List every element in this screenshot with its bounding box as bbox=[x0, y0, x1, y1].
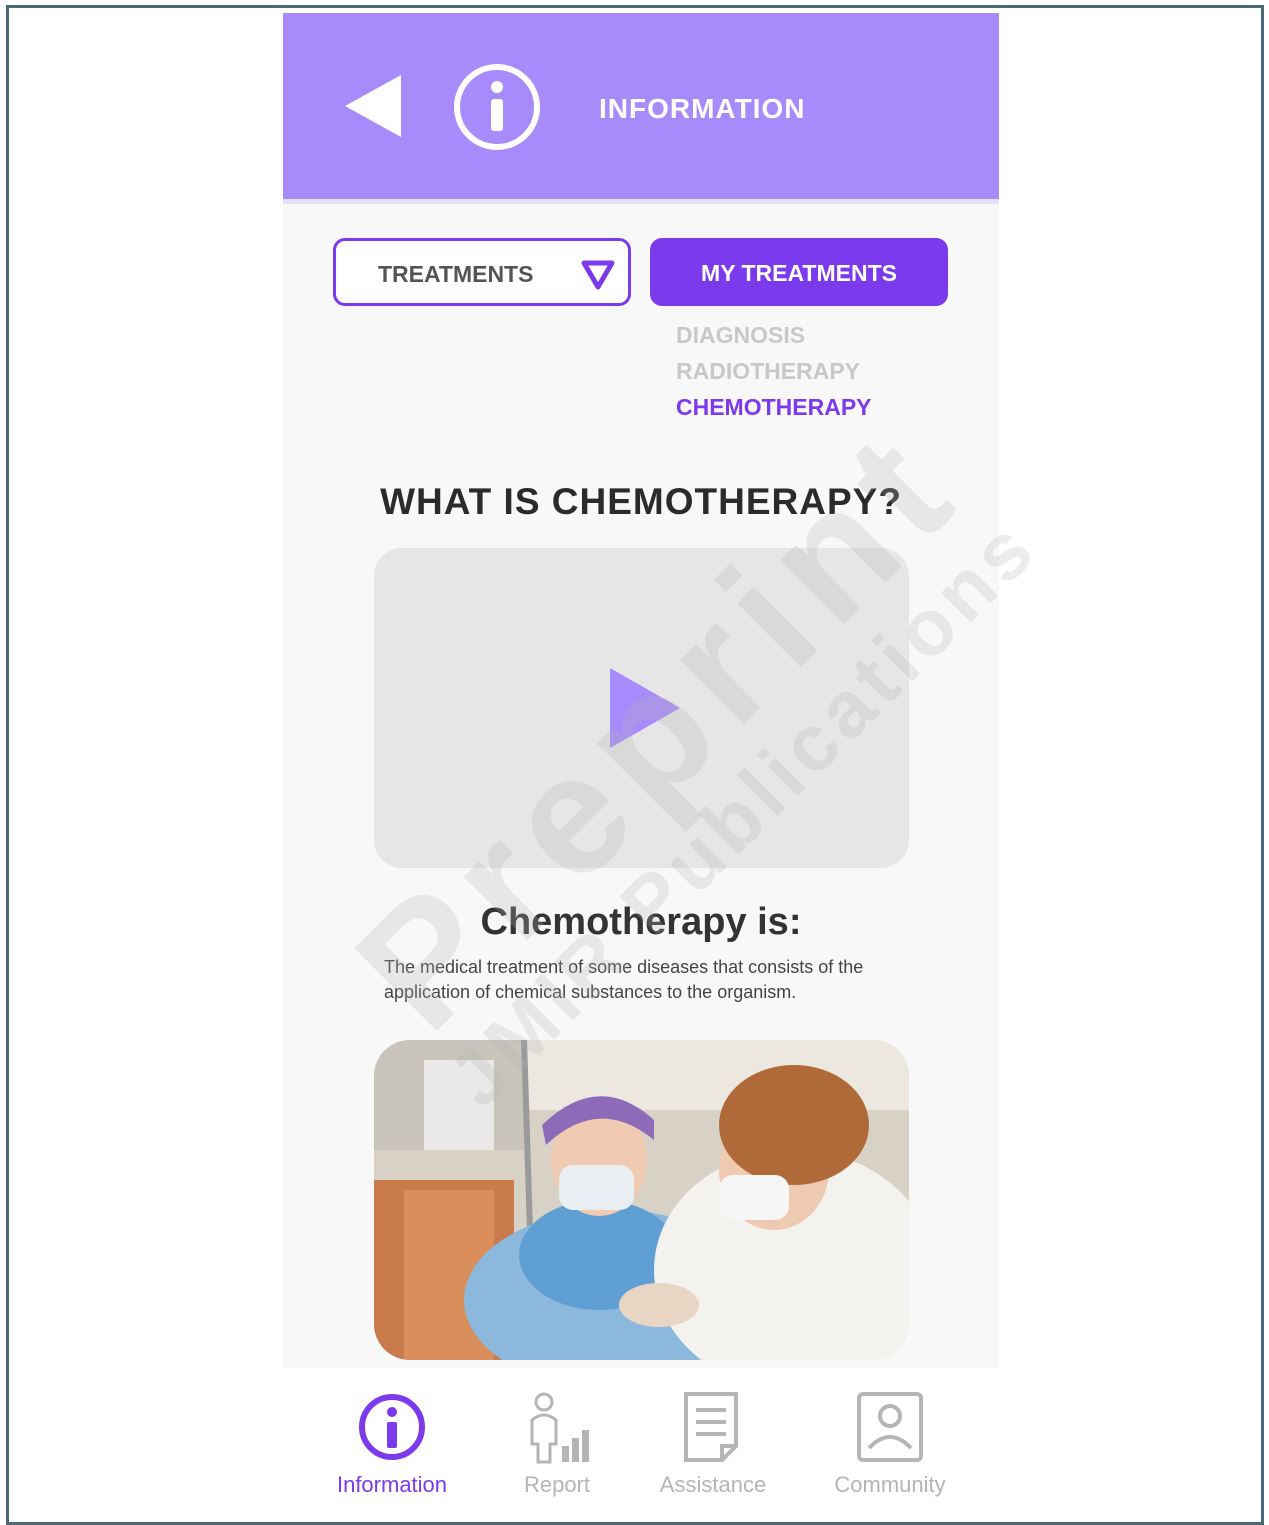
profile-icon bbox=[857, 1392, 923, 1462]
document-icon bbox=[684, 1392, 738, 1462]
nav-label-community: Community bbox=[834, 1472, 946, 1497]
info-circle-icon bbox=[454, 64, 540, 150]
nav-item-community[interactable]: Community bbox=[815, 1368, 965, 1515]
definition-text: The medical treatment of some diseases t… bbox=[384, 957, 864, 1002]
report-person-chart-icon bbox=[530, 1392, 589, 1464]
definition-title: Chemotherapy is: bbox=[480, 901, 802, 943]
my-treatments-button[interactable]: MY TREATMENTS bbox=[650, 238, 948, 306]
video-player[interactable] bbox=[374, 548, 909, 868]
play-icon[interactable] bbox=[610, 668, 680, 748]
nav-label-assistance: Assistance bbox=[659, 1472, 767, 1497]
phone-screen: INFORMATION TREATMENTS MY TREATMENTS DIA… bbox=[283, 13, 999, 1515]
nav-item-report[interactable]: Report bbox=[482, 1368, 632, 1515]
submenu-item-chemotherapy[interactable]: CHEMOTHERAPY bbox=[676, 394, 872, 421]
submenu-item-radiotherapy[interactable]: RADIOTHERAPY bbox=[676, 358, 860, 385]
nav-label-information: Information bbox=[336, 1472, 448, 1497]
triangle-down-icon bbox=[581, 260, 615, 290]
treatments-dropdown-label: TREATMENTS bbox=[378, 261, 534, 287]
nav-item-assistance[interactable]: Assistance bbox=[638, 1368, 788, 1515]
chemotherapy-photo bbox=[374, 1040, 909, 1360]
info-icon bbox=[359, 1394, 425, 1460]
submenu-item-diagnosis[interactable]: DIAGNOSIS bbox=[676, 322, 805, 349]
header-divider bbox=[283, 199, 999, 204]
bottom-navigation: Information Report Assistance Community bbox=[283, 1368, 999, 1515]
photo-illustration bbox=[374, 1040, 909, 1360]
nav-item-information[interactable]: Information bbox=[317, 1368, 467, 1515]
back-triangle-icon[interactable] bbox=[343, 71, 413, 141]
section-heading: WHAT IS CHEMOTHERAPY? bbox=[380, 481, 902, 522]
my-treatments-label: MY TREATMENTS bbox=[701, 260, 897, 286]
page-title: INFORMATION bbox=[599, 93, 806, 124]
treatments-dropdown[interactable]: TREATMENTS bbox=[333, 238, 631, 306]
app-header: INFORMATION bbox=[283, 13, 999, 199]
nav-label-report: Report bbox=[523, 1472, 591, 1497]
